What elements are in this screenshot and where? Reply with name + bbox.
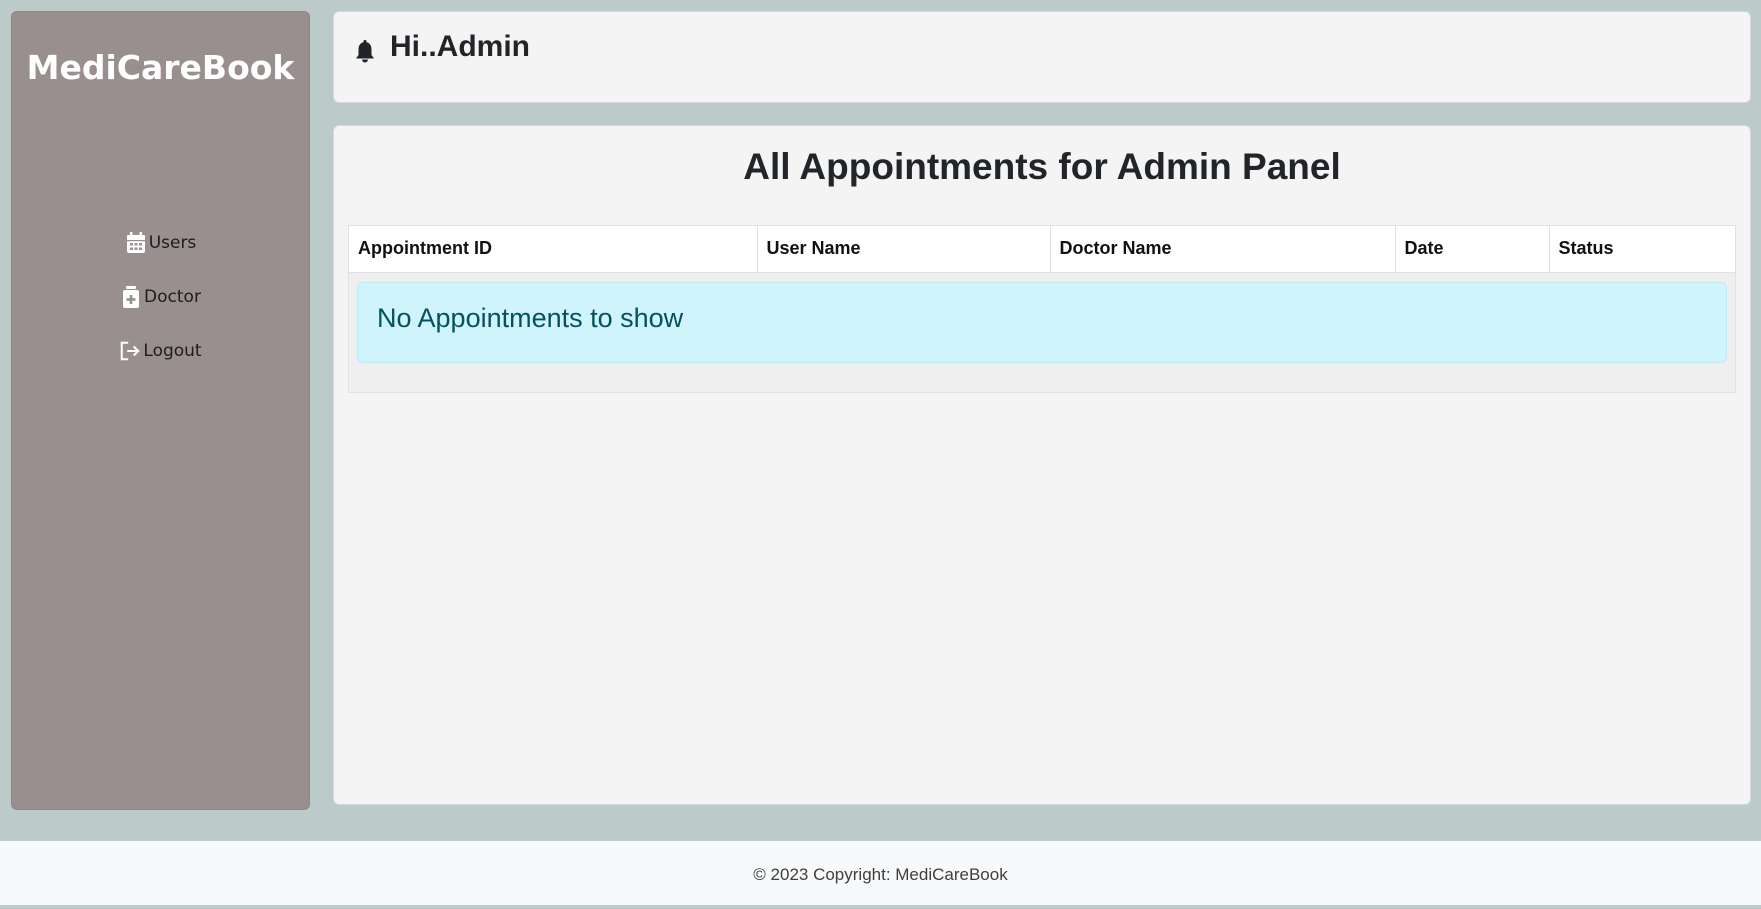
header-card: Hi..Admin bbox=[333, 11, 1751, 103]
sidebar-item-label: Doctor bbox=[144, 287, 201, 307]
sidebar: MediCareBook Users Doctor Logout bbox=[11, 11, 310, 810]
sidebar-item-label: Logout bbox=[143, 341, 202, 361]
column-header-appointment-id: Appointment ID bbox=[349, 226, 758, 273]
page-title: All Appointments for Admin Panel bbox=[743, 146, 1341, 187]
sidebar-item-label: Users bbox=[148, 233, 197, 253]
brand-logo-text: MediCareBook bbox=[26, 48, 295, 87]
appointments-table: Appointment ID User Name Doctor Name Dat… bbox=[348, 225, 1736, 393]
sidebar-item-logout[interactable]: Logout bbox=[12, 338, 309, 364]
column-header-doctor-name: Doctor Name bbox=[1050, 226, 1396, 273]
admin-greeting: Hi..Admin bbox=[390, 30, 530, 63]
empty-state-alert: No Appointments to show bbox=[357, 282, 1727, 363]
appointments-card: All Appointments for Admin Panel Appoint… bbox=[333, 125, 1751, 805]
column-header-user-name: User Name bbox=[757, 226, 1051, 273]
column-header-status: Status bbox=[1549, 226, 1735, 273]
table-header-row: Appointment ID User Name Doctor Name Dat… bbox=[349, 226, 1735, 273]
footer: © 2023 Copyright: MediCareBook bbox=[0, 841, 1761, 905]
bell-icon[interactable] bbox=[354, 40, 376, 68]
sidebar-item-users[interactable]: Users bbox=[12, 230, 309, 256]
medical-file-icon bbox=[120, 285, 142, 309]
column-header-date: Date bbox=[1395, 226, 1550, 273]
sidebar-item-doctor[interactable]: Doctor bbox=[12, 284, 309, 310]
logout-icon bbox=[119, 339, 141, 363]
sidebar-nav: Users Doctor Logout bbox=[12, 230, 309, 392]
calendar-icon bbox=[125, 231, 147, 255]
copyright-text: © 2023 Copyright: MediCareBook bbox=[753, 865, 1008, 884]
